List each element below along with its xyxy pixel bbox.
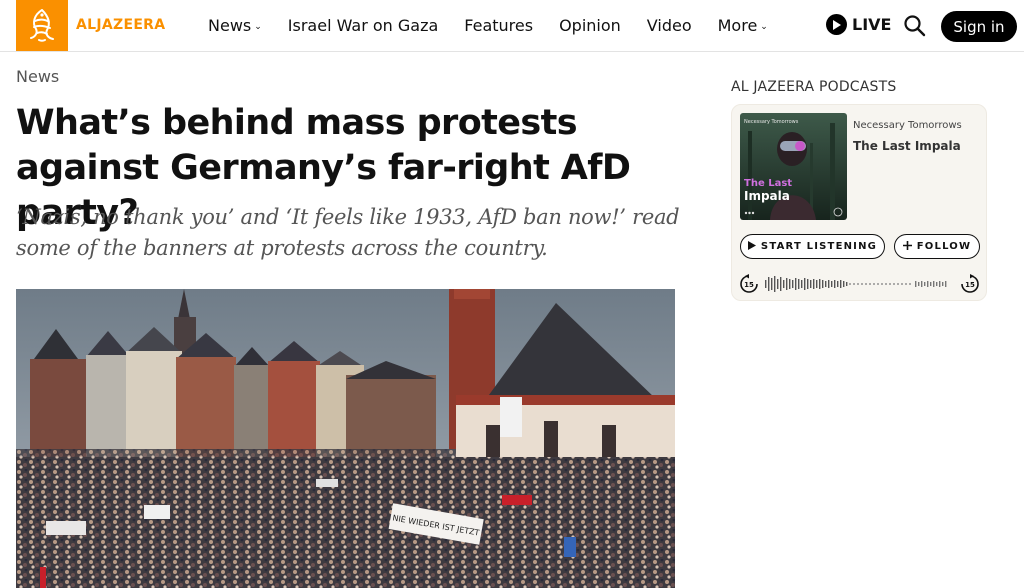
play-icon [747,240,756,253]
cover-title-line1: The Last [744,178,792,189]
nav-item-israel-war-on-gaza[interactable]: Israel War on Gaza [288,16,439,35]
nav-item-label: Opinion [559,16,621,35]
live-label: LIVE [852,15,892,34]
start-listening-button[interactable]: START LISTENING [740,234,885,259]
chevron-down-icon: ⌄ [760,21,768,32]
article-subheading: ‘Nazis, no thank you’ and ‘It feels like… [16,205,680,260]
podcast-episode-title[interactable]: The Last Impala [853,139,961,153]
skip-forward-icon[interactable]: 15 [960,274,980,294]
cover-title-line2: Impala [744,189,790,203]
nav-item-label: Features [464,16,534,35]
cover-brand-text: Necessary Tomorrows [744,119,799,125]
podcasts-heading: AL JAZEERA PODCASTS [731,79,897,95]
podcast-show-name[interactable]: Necessary Tomorrows [853,120,962,131]
hero-image: NIE WIEDER IST JETZT [16,289,675,588]
nav-item-video[interactable]: Video [647,16,692,35]
skip-forward-seconds: 15 [965,281,975,289]
skip-back-icon[interactable]: 15 [739,274,759,294]
search-icon[interactable] [902,13,928,39]
nav-item-label: Video [646,16,692,35]
chevron-down-icon: ⌄ [254,21,262,32]
skip-back-seconds: 15 [744,281,754,289]
logo-wordmark[interactable]: ALJAZEERA [76,17,165,33]
nav-item-news[interactable]: News ⌄ [208,16,262,35]
nav-item-more[interactable]: More ⌄ [718,16,768,35]
follow-button[interactable]: FOLLOW [894,234,980,259]
live-button[interactable]: LIVE [826,14,891,35]
podcast-card: Necessary Tomorrows The Last Impala Nece… [731,104,987,301]
sign-in-button[interactable]: Sign in [941,11,1017,42]
section-breadcrumb[interactable]: News [16,67,59,86]
plus-icon [902,240,912,253]
start-listening-label: START LISTENING [760,241,878,252]
nav-item-label: Israel War on Gaza [287,16,439,35]
nav-item-features[interactable]: Features [464,16,533,35]
play-icon [826,14,847,35]
nav-item-opinion[interactable]: Opinion [559,16,621,35]
main-nav: News ⌄ Israel War on Gaza Features Opini… [208,0,794,51]
nav-item-label: News [208,16,252,35]
nav-item-label: More [717,16,758,35]
follow-label: FOLLOW [916,241,972,252]
audio-waveform[interactable] [765,276,953,292]
podcast-cover-art[interactable]: Necessary Tomorrows The Last Impala [740,113,847,220]
logo-icon[interactable] [16,0,68,51]
site-header: ALJAZEERA News ⌄ Israel War on Gaza Feat… [0,0,1024,52]
